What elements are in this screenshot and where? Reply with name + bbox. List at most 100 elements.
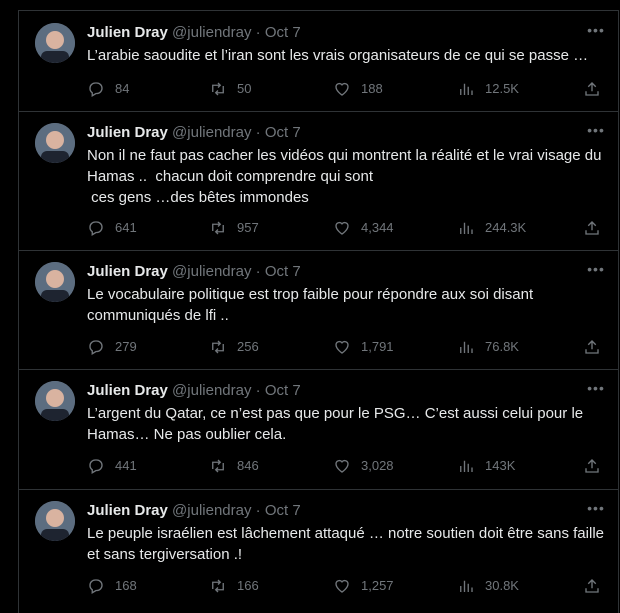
reply-button[interactable]: 441 xyxy=(87,456,137,476)
tweet-date[interactable]: Oct 7 xyxy=(265,502,301,519)
author-name[interactable]: Julien Dray xyxy=(87,502,168,519)
tweet-header: Julien Dray @juliendray · Oct 7 xyxy=(87,501,598,521)
author-name[interactable]: Julien Dray xyxy=(87,124,168,141)
retweet-icon xyxy=(212,82,224,96)
view-count: 12.5K xyxy=(485,81,519,96)
avatar[interactable] xyxy=(35,262,75,302)
author-handle[interactable]: @juliendray xyxy=(172,24,251,41)
tweet-actions: 641 957 4,344 244.3K xyxy=(87,218,606,238)
tweet-date[interactable]: Oct 7 xyxy=(265,24,301,41)
like-count: 1,791 xyxy=(361,339,394,354)
like-button[interactable]: 1,791 xyxy=(333,337,394,357)
heart-icon xyxy=(335,82,349,96)
views-icon xyxy=(460,341,473,353)
retweet-button[interactable]: 256 xyxy=(209,337,259,357)
author-handle[interactable]: @juliendray xyxy=(172,502,251,519)
retweet-button[interactable]: 846 xyxy=(209,456,259,476)
avatar[interactable] xyxy=(35,381,75,421)
share-button[interactable] xyxy=(583,576,601,596)
separator-dot: · xyxy=(255,382,261,399)
share-icon xyxy=(585,579,599,593)
author-name[interactable]: Julien Dray xyxy=(87,263,168,280)
reply-icon xyxy=(89,221,103,236)
retweet-icon xyxy=(212,221,224,235)
avatar[interactable] xyxy=(35,123,75,163)
views-button[interactable]: 244.3K xyxy=(457,218,526,238)
more-icon[interactable]: ••• xyxy=(586,501,606,521)
reply-button[interactable]: 168 xyxy=(87,576,137,596)
tweet-text: L’argent du Qatar, ce n’est pas que pour… xyxy=(87,405,588,443)
tweet[interactable]: Julien Dray @juliendray · Oct 7 ••• Non … xyxy=(19,111,618,251)
share-icon xyxy=(585,221,599,235)
reply-count: 84 xyxy=(115,81,130,96)
tweet[interactable]: Julien Dray @juliendray · Oct 7 ••• L’ar… xyxy=(19,369,618,490)
tweet[interactable]: Julien Dray @juliendray · Oct 7 ••• Le v… xyxy=(19,250,618,370)
reply-button[interactable]: 84 xyxy=(87,79,129,99)
retweet-count: 166 xyxy=(237,578,259,593)
share-button[interactable] xyxy=(583,456,601,476)
like-count: 3,028 xyxy=(361,458,394,473)
author-handle[interactable]: @juliendray xyxy=(172,263,251,280)
like-button[interactable]: 1,257 xyxy=(333,576,394,596)
like-count: 4,344 xyxy=(361,220,394,235)
more-icon[interactable]: ••• xyxy=(586,262,606,282)
retweet-icon xyxy=(212,579,224,593)
tweet-actions: 84 50 188 12.5K xyxy=(87,79,606,99)
share-button[interactable] xyxy=(583,218,601,238)
reply-icon xyxy=(89,82,103,97)
like-button[interactable]: 188 xyxy=(333,79,383,99)
like-button[interactable]: 4,344 xyxy=(333,218,394,238)
retweet-icon xyxy=(212,459,224,473)
reply-button[interactable]: 279 xyxy=(87,337,137,357)
views-icon xyxy=(460,83,473,95)
author-name[interactable]: Julien Dray xyxy=(87,24,168,41)
author-name[interactable]: Julien Dray xyxy=(87,382,168,399)
view-count: 76.8K xyxy=(485,339,519,354)
tweet-header: Julien Dray @juliendray · Oct 7 xyxy=(87,23,598,43)
separator-dot: · xyxy=(255,502,261,519)
more-icon[interactable]: ••• xyxy=(586,381,606,401)
like-count: 1,257 xyxy=(361,578,394,593)
avatar[interactable] xyxy=(35,501,75,541)
author-handle[interactable]: @juliendray xyxy=(172,124,251,141)
like-button[interactable]: 3,028 xyxy=(333,456,394,476)
tweet-header: Julien Dray @juliendray · Oct 7 xyxy=(87,381,598,401)
views-button[interactable]: 12.5K xyxy=(457,79,519,99)
tweet-actions: 168 166 1,257 30.8K xyxy=(87,576,606,596)
retweet-count: 256 xyxy=(237,339,259,354)
retweet-button[interactable]: 166 xyxy=(209,576,259,596)
share-button[interactable] xyxy=(583,337,601,357)
views-button[interactable]: 76.8K xyxy=(457,337,519,357)
tweet-date[interactable]: Oct 7 xyxy=(265,263,301,280)
reply-icon xyxy=(89,340,103,355)
tweet-header: Julien Dray @juliendray · Oct 7 xyxy=(87,262,598,282)
reply-button[interactable]: 641 xyxy=(87,218,137,238)
tweet-header: Julien Dray @juliendray · Oct 7 xyxy=(87,123,598,143)
tweet-text: L’arabie saoudite et l’iran sont les vra… xyxy=(87,47,589,64)
author-handle[interactable]: @juliendray xyxy=(172,382,251,399)
more-icon[interactable]: ••• xyxy=(586,123,606,143)
tweet-date[interactable]: Oct 7 xyxy=(265,382,301,399)
tweet-date[interactable]: Oct 7 xyxy=(265,124,301,141)
views-icon xyxy=(460,222,473,234)
views-button[interactable]: 30.8K xyxy=(457,576,519,596)
tweet-actions: 441 846 3,028 143K xyxy=(87,456,606,476)
views-icon xyxy=(460,460,473,472)
heart-icon xyxy=(335,221,349,235)
retweet-button[interactable]: 957 xyxy=(209,218,259,238)
avatar[interactable] xyxy=(35,23,75,63)
tweet-text: Le vocabulaire politique est trop faible… xyxy=(87,286,538,324)
tweet[interactable]: Julien Dray @juliendray · Oct 7 ••• Le p… xyxy=(19,489,618,613)
tweet[interactable]: Julien Dray @juliendray · Oct 7 ••• L’ar… xyxy=(19,11,618,112)
retweet-button[interactable]: 50 xyxy=(209,79,251,99)
more-icon[interactable]: ••• xyxy=(586,23,606,43)
views-button[interactable]: 143K xyxy=(457,456,515,476)
reply-icon xyxy=(89,459,103,474)
reply-count: 279 xyxy=(115,339,137,354)
views-icon xyxy=(460,580,473,592)
view-count: 30.8K xyxy=(485,578,519,593)
reply-icon xyxy=(89,579,103,594)
view-count: 244.3K xyxy=(485,220,527,235)
share-button[interactable] xyxy=(583,79,601,99)
separator-dot: · xyxy=(255,124,261,141)
